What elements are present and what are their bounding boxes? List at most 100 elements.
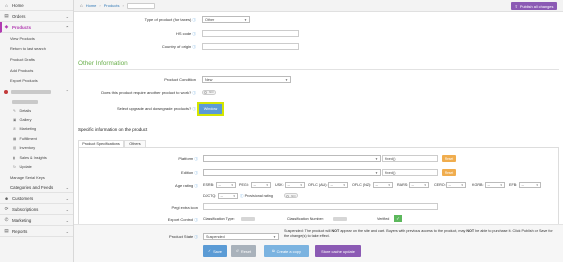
edition-reset-button[interactable]: Reset [442,169,456,176]
platform-fixed-field[interactable]: fixed() [382,155,438,162]
classification-type-label: Classification Type: [203,217,235,221]
upgrade-downgrade-label: Select upgrade and downgrade products? ⓘ [117,106,196,111]
product-condition-select[interactable]: New ▼ [202,76,291,83]
chevron-down-icon: ▼ [499,183,503,187]
sidebar-subitem-return-last-search[interactable]: Return to last search [0,44,73,55]
image-icon: ▣ [13,118,17,123]
efb-select[interactable]: -- ▼ [519,182,541,188]
sidebar-item-orders[interactable]: ▤ Orders ⌄ [0,11,73,22]
product-state-note: Suspended: The product will NOT appear o… [284,229,553,239]
info-icon: ⓘ [194,218,198,222]
require-product-toggle[interactable]: NO [202,89,216,95]
sidebar-child-inventory[interactable]: ▥ Inventory [0,144,73,153]
save-label: Save [213,248,222,254]
age-rating-label: Age rating ⓘ [175,183,198,188]
chevron-down-icon: ⌄ [65,195,69,201]
redacted-classification-type [241,217,255,221]
breadcrumb-products[interactable]: Products [104,3,120,8]
chevron-down-icon: ▼ [375,156,378,161]
sidebar-item-customers[interactable]: ☻ Customers ⌄ [0,193,73,205]
check-icon: ✓ [208,249,212,253]
oflc-au-select[interactable]: -- ▼ [328,182,348,188]
rars-select[interactable]: -- ▼ [409,182,429,188]
sidebar-child-label: Sales & Insights [19,155,47,160]
sidebar-item-categories-feeds[interactable]: Categories and Feeds ⌄ [0,182,73,194]
redacted-product-name [11,89,51,94]
provisional-rating-toggle[interactable]: NO [284,193,298,198]
hs-code-label: HS code ⓘ [175,31,196,36]
sidebar-item-products[interactable]: ◈ Products ⌃ [0,22,73,33]
verified-label: Verified [377,217,390,221]
product-type-select[interactable]: Other ▼ [202,16,250,23]
chevron-down-icon: ▼ [535,183,539,187]
edition-fixed-field[interactable]: fixed() [382,169,438,176]
sidebar-subitem-export-products[interactable]: Export Products [0,75,73,86]
sidebar-child-label: Marketing [19,127,37,132]
sidebar-child-details[interactable]: ✎ Details [0,106,73,115]
sidebar-child-sales-insights[interactable]: ▮ Sales & Insights [0,153,73,162]
info-icon: ⓘ [194,235,198,239]
pegi-select[interactable]: -- ▼ [251,182,271,188]
home-icon[interactable]: ⌂ [80,3,83,8]
esrb-select[interactable]: -- ▼ [216,182,236,188]
sidebar-current-product[interactable]: ⌃ [0,86,73,98]
sidebar-child-update[interactable]: ↻ Update [0,162,73,171]
publish-all-changes-button[interactable]: ⇪ Publish all changes [511,2,557,10]
oflc-nz-select[interactable]: -- ▼ [373,182,393,188]
info-icon: ⓘ [192,45,196,49]
product-state-select[interactable]: Suspended ▼ [203,233,279,240]
djctq-select[interactable]: -- ▼ [218,193,238,199]
sidebar-child-marketing[interactable]: ✆ Marketing [0,125,73,134]
store-cache-update-label: Store cache update [321,248,355,254]
djctq-label: DJCTQ: [203,194,217,198]
megaphone-icon: ✆ [4,217,9,223]
sidebar-subitem-view-products[interactable]: View Products [0,33,73,44]
kgrb-select[interactable]: -- ▼ [485,182,505,188]
chevron-down-icon: ⌄ [65,217,69,223]
reset-button[interactable]: ↺ Reset [231,245,256,257]
specific-info-heading: Specific information on the product [78,127,148,132]
info-icon: ⓘ [240,194,244,198]
provisional-rating-label: ⓘ Provisional rating [240,194,273,198]
sidebar-child-fulfillment[interactable]: ▦ Fulfillment [0,134,73,143]
chevron-down-icon: ⌄ [65,13,69,19]
chevron-up-icon: ⌃ [65,89,69,95]
info-icon: ⓘ [194,157,198,161]
sidebar-child-label: Gallery [19,118,32,123]
tag-icon: ◈ [4,24,9,29]
bar-chart-icon: ▮ [13,155,15,160]
usk-select[interactable]: -- ▼ [285,182,305,188]
country-origin-label: Country of origin ⓘ [161,44,196,49]
hs-code-input[interactable] [202,30,299,37]
chevron-down-icon: ▼ [232,194,236,198]
pegi-extra-icon-input[interactable] [203,203,438,210]
edition-select[interactable]: ▼ [203,169,381,176]
copy-icon: ⧉ [272,249,275,253]
sidebar-subitem-manage-serial-keys[interactable]: Manage Serial Keys [0,172,73,183]
info-icon: ⓘ [192,107,196,111]
redacted-product-meta [12,99,38,104]
sidebar-item-label: Marketing [12,217,32,223]
sidebar-item-label: Subscriptions [12,206,39,212]
chevron-down-icon: ▼ [460,183,464,187]
user-icon: ☻ [4,195,9,201]
chevron-down-icon: ▼ [285,77,288,82]
cero-select[interactable]: -- ▼ [446,182,466,188]
platform-reset-button[interactable]: Reset [442,155,456,162]
sidebar-item-home[interactable]: ⌂ Home [0,0,73,11]
pencil-icon: ✎ [13,108,17,113]
sidebar-item-subscriptions[interactable]: ⟳ Subscriptions ⌄ [0,204,73,216]
sidebar-item-marketing[interactable]: ✆ Marketing ⌄ [0,215,73,227]
store-cache-update-button[interactable]: Store cache update [315,245,361,257]
create-copy-button[interactable]: ⧉ Create a copy [264,245,309,257]
sidebar-subitem-add-products[interactable]: Add Products [0,65,73,76]
sidebar-item-reports[interactable]: ▤ Reports ⌄ [0,226,73,238]
sidebar-subitem-product-drafts[interactable]: Product Drafts [0,54,73,65]
platform-select[interactable]: ▼ [203,155,381,162]
save-button[interactable]: ✓ Save [203,245,227,257]
breadcrumb-home[interactable]: Home [86,3,97,8]
country-origin-input[interactable] [202,43,299,50]
info-icon: ⓘ [192,18,196,22]
window-button[interactable]: Window [197,102,224,116]
sidebar-child-gallery[interactable]: ▣ Gallery [0,115,73,124]
